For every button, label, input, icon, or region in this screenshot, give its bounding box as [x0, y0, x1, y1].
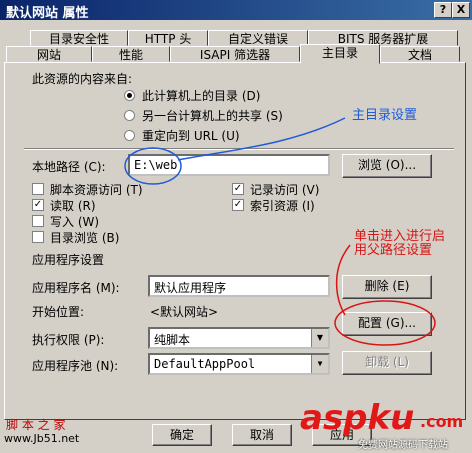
watermark-aspku: aspku [300, 398, 415, 438]
annotation-strokes [124, 117, 436, 346]
annotation-parent-path: 单击进入进行启用父路径设置 [354, 229, 446, 258]
watermark-left-top: 脚 本 之 家 [6, 418, 66, 432]
annotation-path-circle [124, 147, 182, 185]
tab-home-directory[interactable]: 主目录 [300, 44, 380, 64]
annotation-config-circle [334, 300, 436, 346]
annotation-home-dir: 主目录设置 [352, 108, 418, 123]
annotation-arrow-blue [177, 117, 346, 161]
watermark-left-bottom: www.Jb51.net [4, 432, 80, 445]
annotation-arrow-red [335, 244, 351, 316]
watermark-aspku-tag: 免费网站源码下载站 [358, 440, 448, 451]
watermark-aspku-domain: .com [420, 412, 464, 431]
